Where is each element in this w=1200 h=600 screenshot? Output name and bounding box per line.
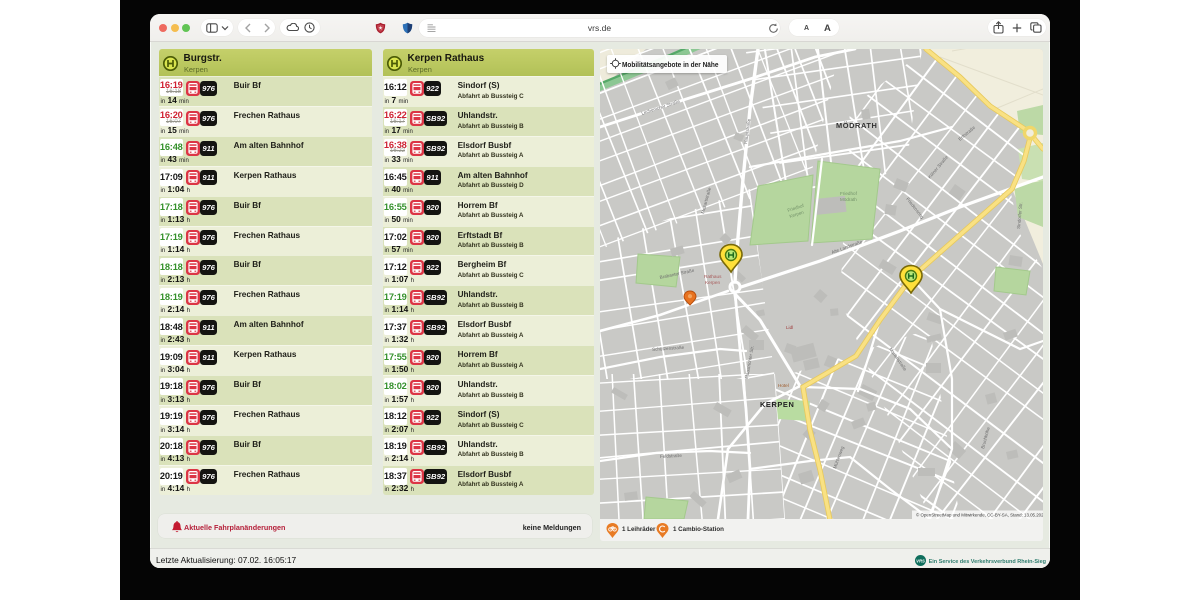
svg-text:Rathaus: Rathaus (704, 274, 722, 279)
svg-text:Lidl: Lidl (786, 325, 793, 330)
svg-text:Mödrath: Mödrath (840, 197, 857, 202)
svg-text:Kerpen: Kerpen (705, 280, 721, 285)
svg-text:Friedhof: Friedhof (840, 191, 858, 196)
svg-text:VRS: VRS (916, 559, 925, 564)
svg-text:MÖDRATH: MÖDRATH (836, 121, 877, 130)
svg-text:Hotel: Hotel (778, 383, 789, 388)
svg-text:KERPEN: KERPEN (760, 400, 794, 409)
svg-text:© OpenStreetMap und Mitwirkend: © OpenStreetMap und Mitwirkende, CC-BY-S… (916, 512, 1043, 517)
